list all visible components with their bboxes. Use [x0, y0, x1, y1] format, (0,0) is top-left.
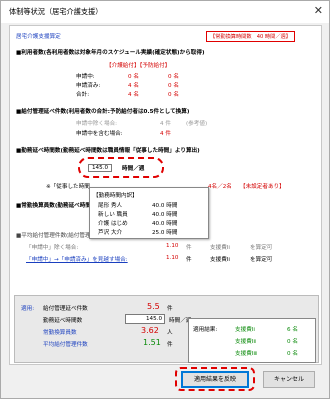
window-title: 体制等状況（居宅介護支援）: [9, 7, 103, 16]
work-hours-heading: ■勤務延べ時間数(勤務延べ時間数は職員情報「従事した時間」より算出): [16, 148, 200, 154]
tooltip-staff-name: 尾形 秀人: [98, 203, 123, 209]
apply-result-button[interactable]: 適用結果を反映: [181, 371, 249, 388]
work-hours-unit: 時間／週: [122, 166, 145, 172]
avg-row-value: 1.10: [166, 255, 179, 261]
row-care-value: 4 名: [128, 92, 139, 98]
unset-staff-warning: 【未設定者あり】: [240, 184, 285, 190]
hours-breakdown-tooltip: 【勤務時間内訳】 尾形 秀人 40.0 時間 新しい 職員 40.0 時間 介護…: [89, 187, 209, 239]
applied-field-label: 平均給付管理件数: [43, 342, 88, 348]
avg-row-status: を算定可: [250, 257, 273, 263]
applied-field-value: 5.5: [147, 302, 160, 311]
avg-row-label: 「申請中」除く場合:: [26, 245, 79, 251]
user-count-col-header: 【介護給付】【予防給付】: [106, 63, 171, 69]
avg-time-box: 【常勤換算時間数 40 時間／週】: [206, 31, 295, 42]
row-label: 申請中:: [76, 74, 95, 80]
row-label: 申請済み:: [76, 83, 101, 89]
tooltip-title: 【勤務時間内訳】: [93, 193, 138, 199]
result-value: 0 名: [287, 339, 298, 345]
result-value: 0 名: [287, 351, 298, 357]
row-care-value: 0 名: [128, 74, 139, 80]
applied-field-unit: 件: [167, 342, 173, 348]
avg-row-unit: 件: [186, 245, 192, 251]
user-count-heading: ■利用者数(各利用者数は対象年月のスケジュール実績(確定状態)から取得): [16, 50, 205, 56]
benefit-row-value: 4 件: [160, 121, 171, 127]
tooltip-staff-name: 新しい 職員: [98, 212, 128, 218]
tooltip-staff-hours: 40.0 時間: [152, 203, 178, 209]
applied-field-label: 勤務延べ時間数: [43, 318, 83, 324]
tooltip-staff-hours: 40.0 時間: [152, 221, 178, 227]
tooltip-staff-hours: 40.0 時間: [152, 212, 178, 218]
work-hours-count: 4名／2名: [208, 184, 232, 190]
tooltip-staff-hours: 25.0 時間: [152, 230, 178, 236]
title-bar: 体制等状況（居宅介護支援） ✕: [1, 1, 329, 23]
cancel-button[interactable]: キャンセル: [263, 371, 315, 388]
row-prev-value: 0 名: [168, 83, 179, 89]
work-hours-value[interactable]: 145.0: [88, 164, 113, 172]
row-label: 合計:: [76, 92, 90, 98]
result-box: 適用結果: 支援費Ⅰⅰ 6 名 支援費Ⅰⅱ 0 名 支援費Ⅰⅲ 0 名: [188, 318, 316, 363]
applied-field-unit: 件: [167, 306, 173, 312]
close-icon[interactable]: ✕: [314, 4, 323, 17]
applied-field-label: 給付管理延べ件数: [43, 306, 88, 312]
benefit-row-label: 申請中除く場合:: [76, 121, 118, 127]
row-prev-value: 0 名: [168, 74, 179, 80]
tooltip-staff-name: 介護 はじめ: [98, 221, 128, 227]
avg-row-result: 支援費Ⅰⅰ: [210, 245, 230, 251]
dialog-window: 体制等状況（居宅介護支援） ✕ 居宅介護支援算定 【常勤換算時間数 40 時間／…: [0, 0, 330, 399]
applied-field-value: 3.62: [141, 326, 159, 335]
tooltip-staff-name: 芦沢 大介: [98, 230, 123, 236]
work-hours-note: ※「従事した時間: [46, 184, 90, 190]
result-name: 支援費Ⅰⅰ: [235, 327, 255, 333]
benefit-row-note: (参考値): [186, 121, 208, 127]
applied-field-value: 1.51: [143, 338, 161, 347]
section-title: 居宅介護支援算定: [16, 34, 61, 40]
result-name: 支援費Ⅰⅲ: [235, 351, 257, 357]
applied-field-unit: 人: [167, 330, 173, 336]
benefit-row-label: 申請中を含む場合:: [76, 131, 123, 137]
row-prev-value: 0 名: [168, 92, 179, 98]
anticipate-link[interactable]: 「申請中」→「申請済み」を見越す場合:: [26, 255, 128, 263]
avg-row-result: 支援費Ⅰⅰ: [210, 257, 230, 263]
result-label: 適用結果:: [193, 327, 218, 333]
benefit-row-value: 4 件: [160, 131, 171, 137]
result-value: 6 名: [287, 327, 298, 333]
result-name: 支援費Ⅰⅱ: [235, 339, 256, 345]
applied-label: 適用:: [21, 306, 35, 312]
benefit-count-heading: ■給付管理延べ件数(利用者数の合計:予防給付者は0.5件として換算): [16, 109, 190, 115]
avg-row-unit: 件: [186, 257, 192, 263]
avg-row-value: 1.10: [166, 243, 179, 249]
row-care-value: 4 名: [128, 83, 139, 89]
applied-field-label: 常勤換算員数: [43, 330, 77, 336]
avg-row-status: を算定可: [250, 245, 273, 251]
work-hours-input[interactable]: 145.0: [125, 314, 165, 324]
